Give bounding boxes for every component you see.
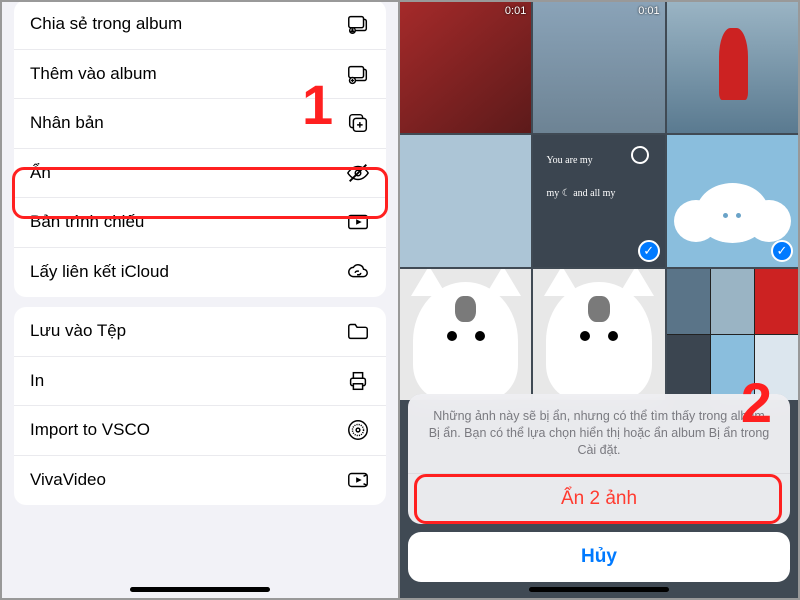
photo-thumb[interactable]: [400, 135, 531, 266]
menu-label: Chia sẻ trong album: [30, 14, 182, 34]
photo-thumb[interactable]: [533, 269, 664, 400]
menu-vivavideo[interactable]: VivaVideo: [14, 456, 386, 506]
photo-thumb[interactable]: 0:01: [400, 2, 531, 133]
menu-share-in-album[interactable]: Chia sẻ trong album: [14, 2, 386, 50]
home-indicator[interactable]: [529, 587, 669, 592]
menu-label: Bản trình chiếu: [30, 212, 144, 232]
hide-action-sheet: Những ảnh này sẽ bị ẩn, nhưng có thể tìm…: [408, 394, 790, 582]
menu-hide[interactable]: Ẩn: [14, 149, 386, 199]
menu-duplicate[interactable]: Nhân bản: [14, 99, 386, 149]
photo-thumb[interactable]: [400, 269, 531, 400]
menu-label: Thêm vào album: [30, 64, 157, 84]
handwriting-line1: You are my: [546, 155, 592, 166]
photos-grid-pane: 0:01 0:01 You are my my ☾ and all my ✓ ✓: [400, 2, 798, 598]
menu-icloud-link[interactable]: Lấy liên kết iCloud: [14, 248, 386, 298]
menu-import-vsco[interactable]: Import to VSCO: [14, 406, 386, 456]
menu-label: Lưu vào Tệp: [30, 321, 126, 341]
action-sheet-message: Những ảnh này sẽ bị ẩn, nhưng có thể tìm…: [408, 394, 790, 474]
icloud-link-icon: [346, 260, 370, 284]
print-icon: [346, 369, 370, 393]
cancel-button[interactable]: Hủy: [408, 532, 790, 582]
photo-thumb[interactable]: [667, 2, 798, 133]
duplicate-icon: [346, 111, 370, 135]
menu-save-to-files[interactable]: Lưu vào Tệp: [14, 307, 386, 357]
handwriting-line2: my ☾ and all my: [546, 188, 615, 199]
menu-label: Nhân bản: [30, 113, 104, 133]
menu-add-to-album[interactable]: Thêm vào album: [14, 50, 386, 100]
menu-group-actions: Chia sẻ trong album Thêm vào album Nhân …: [14, 2, 386, 297]
menu-group-apps: Lưu vào Tệp In Import to VSCO VivaVideo: [14, 307, 386, 505]
photo-thumb[interactable]: ✓: [667, 135, 798, 266]
album-add-icon: [346, 62, 370, 86]
album-share-icon: [346, 12, 370, 36]
photo-thumb-mosaic[interactable]: [667, 269, 798, 400]
photo-thumb[interactable]: You are my my ☾ and all my ✓: [533, 135, 664, 266]
selection-check-icon: ✓: [638, 240, 660, 262]
home-indicator[interactable]: [130, 587, 270, 592]
menu-print[interactable]: In: [14, 357, 386, 407]
menu-slideshow[interactable]: Bản trình chiếu: [14, 198, 386, 248]
menu-label: Import to VSCO: [30, 420, 150, 440]
hide-icon: [346, 161, 370, 185]
photo-thumb[interactable]: 0:01: [533, 2, 664, 133]
video-duration: 0:01: [505, 5, 526, 17]
menu-label: Lấy liên kết iCloud: [30, 262, 169, 282]
share-sheet-pane: Chia sẻ trong album Thêm vào album Nhân …: [2, 2, 400, 598]
photo-grid: 0:01 0:01 You are my my ☾ and all my ✓ ✓: [400, 2, 798, 400]
menu-label: VivaVideo: [30, 470, 106, 490]
video-duration: 0:01: [638, 5, 659, 17]
hide-photos-button[interactable]: Ẩn 2 ảnh: [408, 474, 790, 524]
slideshow-icon: [346, 210, 370, 234]
menu-label: Ẩn: [30, 163, 51, 183]
action-sheet-card: Những ảnh này sẽ bị ẩn, nhưng có thể tìm…: [408, 394, 790, 524]
vsco-icon: [346, 418, 370, 442]
folder-icon: [346, 319, 370, 343]
selection-check-icon: ✓: [771, 240, 793, 262]
vivavideo-icon: [346, 468, 370, 492]
menu-label: In: [30, 371, 44, 391]
